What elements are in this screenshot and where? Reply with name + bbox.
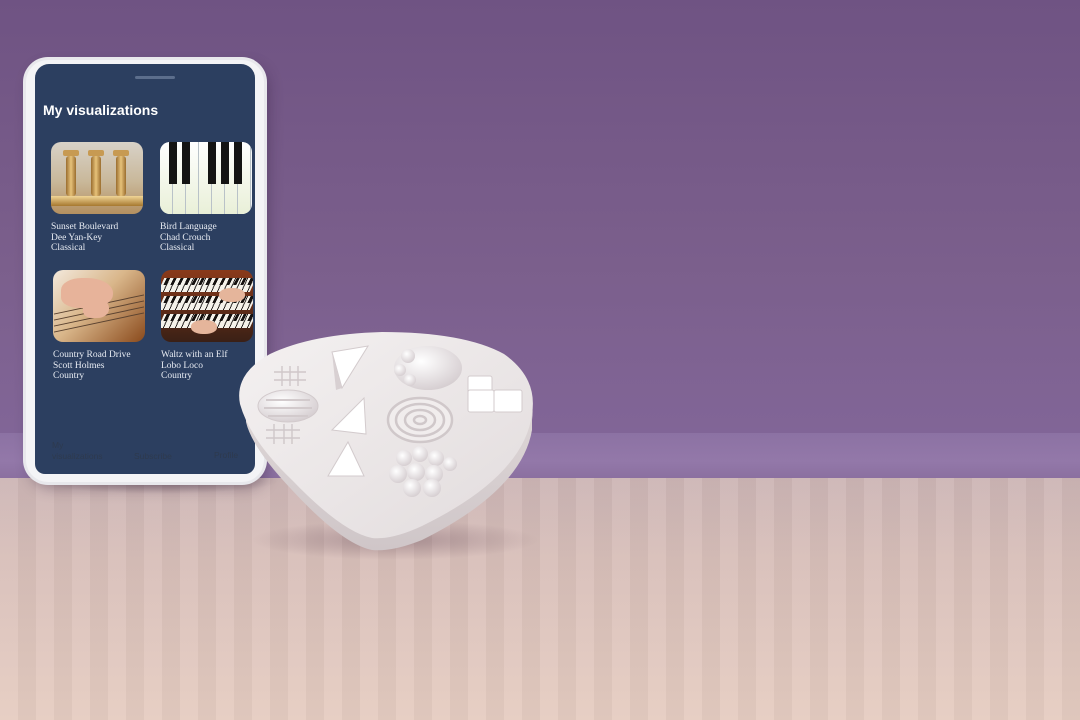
card-genre: Classical bbox=[160, 243, 195, 253]
page-title: My visualizations bbox=[43, 102, 159, 118]
device-top-surface bbox=[239, 332, 533, 539]
phone-screen: My visualizations Sunset Boulevard Dee Y… bbox=[35, 64, 255, 474]
dome-cluster-icon bbox=[394, 346, 462, 390]
card-genre: Country bbox=[53, 371, 85, 381]
visualization-card-sunset-boulevard[interactable]: Sunset Boulevard Dee Yan-Key Classical bbox=[51, 142, 143, 254]
guitar-thumbnail bbox=[53, 270, 145, 342]
smartphone: My visualizations Sunset Boulevard Dee Y… bbox=[26, 60, 264, 482]
speaker-grille bbox=[135, 76, 175, 79]
tab-my-visualizations[interactable]: My visualizations bbox=[52, 440, 103, 462]
tactile-music-device bbox=[239, 332, 533, 551]
piano-keys-thumbnail bbox=[160, 142, 252, 214]
card-title: Bird Language bbox=[160, 222, 217, 232]
visualization-card-bird-language[interactable]: Bird Language Chad Crouch Classical bbox=[160, 142, 252, 254]
card-genre: Classical bbox=[51, 243, 86, 253]
card-artist: Dee Yan-Key bbox=[51, 232, 103, 243]
tab-subscribe[interactable]: Subscribe bbox=[134, 451, 172, 462]
striped-oval-icon bbox=[257, 389, 319, 423]
card-artist: Scott Holmes bbox=[53, 360, 105, 371]
concentric-rings-icon bbox=[386, 396, 454, 444]
bottom-tab-bar: My visualizations Subscribe Profile bbox=[26, 422, 264, 482]
visualization-card-country-road-drive[interactable]: Country Road Drive Scott Holmes Country bbox=[53, 270, 145, 382]
card-title: Country Road Drive bbox=[53, 350, 131, 360]
trumpet-thumbnail bbox=[51, 142, 143, 214]
card-title: Sunset Boulevard bbox=[51, 222, 119, 232]
card-artist: Chad Crouch bbox=[160, 232, 211, 243]
